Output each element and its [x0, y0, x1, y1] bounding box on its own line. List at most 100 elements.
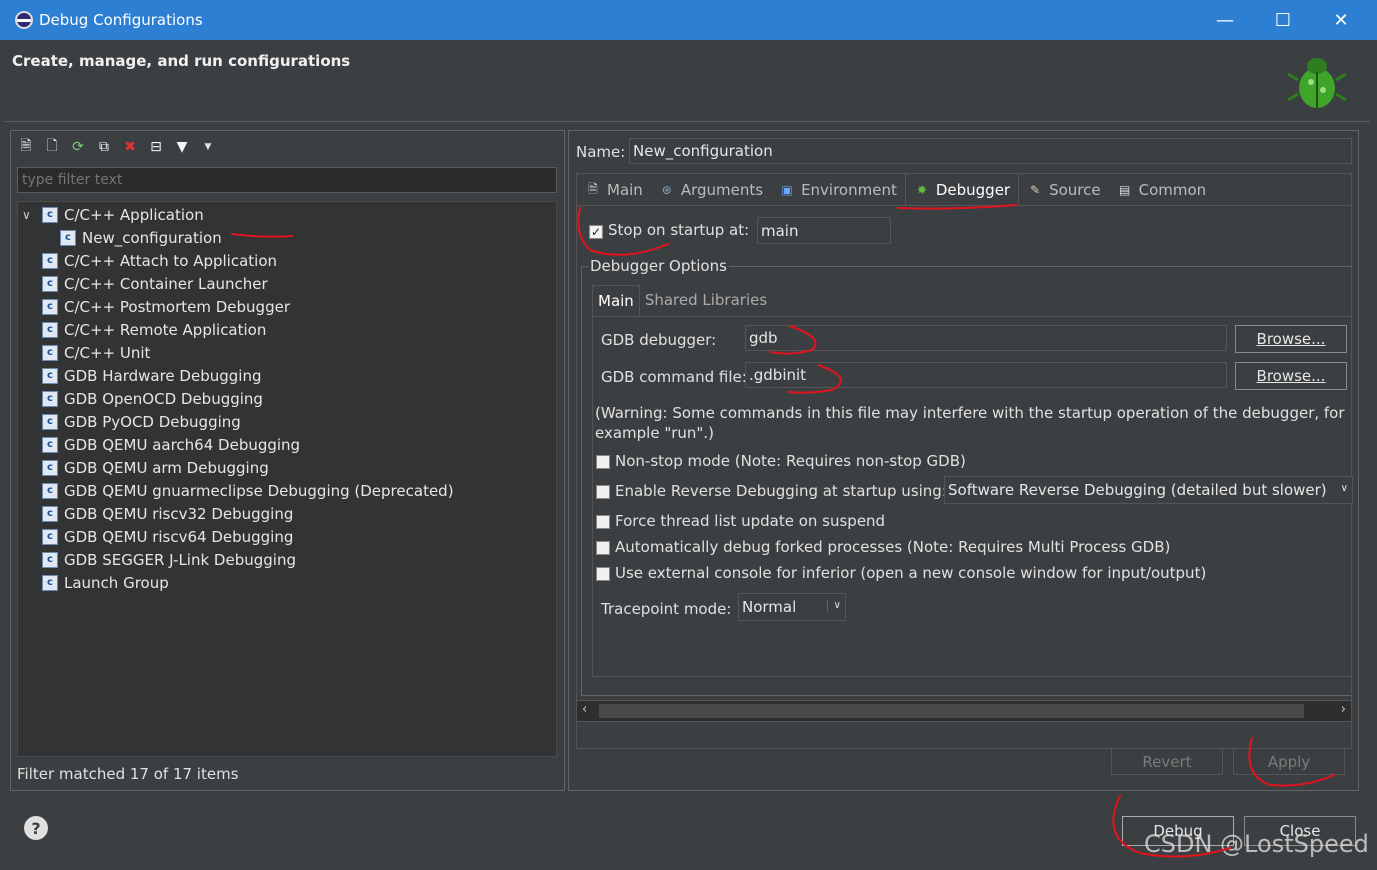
maximize-button[interactable]: ☐	[1254, 0, 1312, 40]
tab-common[interactable]: ▤ Common	[1109, 174, 1215, 206]
scrollbar-thumb[interactable]	[599, 704, 1304, 718]
reverse-debug-checkbox[interactable]	[596, 485, 610, 499]
gdb-debugger-field[interactable]	[745, 325, 1227, 351]
tree-item[interactable]: c New_configuration	[60, 226, 222, 249]
reverse-debug-label: Enable Reverse Debugging at startup usin…	[615, 482, 947, 500]
browse-command-file-button[interactable]: Browse...	[1235, 362, 1347, 390]
tree-item[interactable]: c GDB QEMU arm Debugging	[22, 456, 269, 479]
gdb-command-file-field[interactable]	[745, 362, 1227, 388]
chevron-down-icon: ∨	[1340, 483, 1348, 494]
duplicate-icon[interactable]: ⧉	[95, 138, 113, 156]
tree-item-label: GDB QEMU riscv32 Debugging	[64, 504, 294, 523]
tree-item[interactable]: c GDB QEMU riscv64 Debugging	[22, 525, 293, 548]
tree-item[interactable]: ∨ c C/C++ Application	[22, 203, 204, 226]
reverse-debug-value: Software Reverse Debugging (detailed but…	[948, 481, 1327, 499]
bug-icon	[1287, 58, 1347, 108]
tree-item-label: GDB QEMU gnuarmeclipse Debugging (Deprec…	[64, 481, 454, 500]
tracepoint-mode-select[interactable]: Normal ∨	[738, 593, 846, 621]
environment-tab-icon: ▣	[781, 183, 793, 197]
tracepoint-mode-label: Tracepoint mode:	[601, 600, 732, 618]
debugger-options-label: Debugger Options	[588, 257, 729, 275]
minimize-button[interactable]: —	[1196, 0, 1254, 40]
config-type-icon: c	[42, 459, 58, 476]
non-stop-label: Non-stop mode (Note: Requires non-stop G…	[615, 452, 966, 470]
tree-item[interactable]: c C/C++ Remote Application	[22, 318, 266, 341]
config-type-icon: c	[42, 528, 58, 545]
tree-item[interactable]: c Launch Group	[22, 571, 169, 594]
scroll-left-icon[interactable]: ‹	[582, 702, 587, 717]
tab-label: Debugger	[935, 181, 1011, 199]
revert-button[interactable]: Revert	[1111, 748, 1223, 775]
tree-item-label: GDB QEMU aarch64 Debugging	[64, 435, 301, 454]
name-field[interactable]	[629, 138, 1352, 164]
new-config-icon[interactable]: 🗎	[17, 138, 35, 156]
filter-input[interactable]	[17, 167, 557, 193]
window-title: Debug Configurations	[39, 11, 203, 29]
close-window-button[interactable]: ✕	[1312, 0, 1370, 40]
inner-tab-shared-libraries[interactable]: Shared Libraries	[640, 285, 772, 316]
header-title: Create, manage, and run configurations	[12, 52, 351, 70]
new-prototype-icon[interactable]: 🗋	[43, 138, 61, 156]
config-tabs: 🗎 Main ⊛ Arguments ▣ Environment ✸ Debugger …	[576, 173, 1352, 206]
browse-label: Browse...	[1256, 330, 1326, 348]
common-tab-icon: ▤	[1118, 183, 1131, 197]
stop-on-startup-checkbox[interactable]: ✓	[589, 225, 603, 239]
tree-item[interactable]: c GDB PyOCD Debugging	[22, 410, 241, 433]
tree-item[interactable]: c C/C++ Container Launcher	[22, 272, 268, 295]
config-type-icon: c	[42, 321, 58, 338]
tab-source[interactable]: ✎ Source	[1019, 174, 1109, 206]
scroll-right-icon[interactable]: ›	[1341, 702, 1346, 717]
tab-label: Source	[1049, 181, 1101, 199]
tree-item[interactable]: c GDB Hardware Debugging	[22, 364, 261, 387]
collapse-all-icon[interactable]: ⊟	[147, 138, 165, 156]
list-toolbar: 🗎 🗋 ⟳ ⧉ ✖ ⊟ ▼ ▼	[17, 135, 217, 159]
tab-debugger[interactable]: ✸ Debugger	[904, 174, 1020, 206]
chevron-down-icon[interactable]: ∨	[22, 208, 36, 222]
tree-item[interactable]: c C/C++ Unit	[22, 341, 150, 364]
apply-button[interactable]: Apply	[1233, 748, 1345, 775]
inner-tab-main[interactable]: Main	[592, 285, 640, 316]
stop-on-startup-label: Stop on startup at:	[608, 221, 750, 239]
config-type-icon: c	[42, 367, 58, 384]
stop-on-startup-field[interactable]	[757, 217, 891, 244]
chevron-down-icon[interactable]: ▼	[199, 138, 217, 156]
tab-arguments[interactable]: ⊛ Arguments	[651, 174, 771, 206]
gdbinit-warning: (Warning: Some commands in this file may…	[595, 404, 1345, 442]
tree-item-label: GDB QEMU riscv64 Debugging	[64, 527, 294, 546]
gdb-debugger-label: GDB debugger:	[601, 331, 717, 349]
debugger-options-tabs: Main Shared Libraries	[592, 285, 1352, 317]
title-bar: Debug Configurations — ☐ ✕	[0, 0, 1377, 40]
tree-item[interactable]: c C/C++ Attach to Application	[22, 249, 277, 272]
reverse-debug-select[interactable]: Software Reverse Debugging (detailed but…	[944, 476, 1353, 504]
tree-item[interactable]: c GDB OpenOCD Debugging	[22, 387, 263, 410]
configuration-editor-panel: Name: 🗎 Main ⊛ Arguments ▣ Environment ✸ Deb…	[568, 130, 1359, 791]
tree-item[interactable]: c GDB QEMU aarch64 Debugging	[22, 433, 300, 456]
debug-forked-checkbox[interactable]	[596, 541, 610, 555]
tree-item-label: C/C++ Postmortem Debugger	[64, 297, 290, 316]
export-icon[interactable]: ⟳	[69, 138, 87, 156]
non-stop-checkbox[interactable]	[596, 455, 610, 469]
tree-item-label: C/C++ Remote Application	[64, 320, 267, 339]
force-thread-checkbox[interactable]	[596, 515, 610, 529]
tree-item-label: GDB QEMU arm Debugging	[64, 458, 269, 477]
source-tab-icon: ✎	[1030, 183, 1041, 197]
tree-item[interactable]: c GDB SEGGER J-Link Debugging	[22, 548, 296, 571]
config-type-icon: c	[42, 390, 58, 407]
tree-item[interactable]: c GDB QEMU gnuarmeclipse Debugging (Depre…	[22, 479, 454, 502]
help-icon[interactable]: ?	[24, 816, 48, 840]
tab-main[interactable]: 🗎 Main	[577, 174, 651, 206]
tree-item-label: GDB Hardware Debugging	[64, 366, 262, 385]
tab-environment[interactable]: ▣ Environment	[771, 174, 905, 206]
tree-item[interactable]: c GDB QEMU riscv32 Debugging	[22, 502, 293, 525]
tab-label: Arguments	[680, 181, 764, 199]
filter-icon[interactable]: ▼	[173, 138, 191, 156]
tree-item[interactable]: c C/C++ Postmortem Debugger	[22, 295, 290, 318]
delete-icon[interactable]: ✖	[121, 138, 139, 156]
external-console-label: Use external console for inferior (open …	[615, 564, 1207, 582]
browse-gdb-button[interactable]: Browse...	[1235, 325, 1347, 353]
config-type-icon: c	[60, 229, 76, 246]
config-type-icon: c	[42, 482, 58, 499]
external-console-checkbox[interactable]	[596, 567, 610, 581]
horizontal-scrollbar[interactable]: ‹ ›	[576, 700, 1352, 722]
gdb-command-file-label: GDB command file:	[601, 368, 747, 386]
